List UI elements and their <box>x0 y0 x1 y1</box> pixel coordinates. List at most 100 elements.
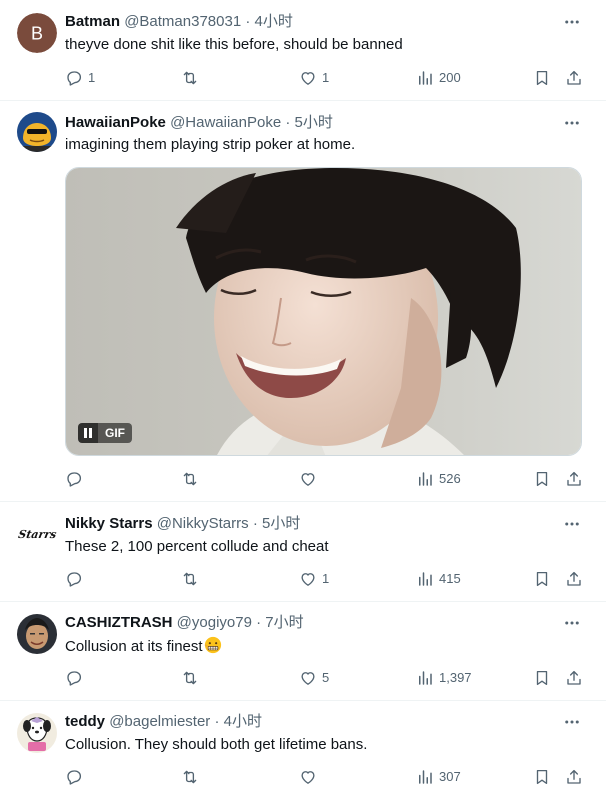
tweet[interactable]: B Batman @Batman378031 · 4小时 theyve done… <box>0 0 606 101</box>
display-name[interactable]: Batman <box>65 13 120 30</box>
share-button[interactable] <box>565 569 583 589</box>
reply-button[interactable]: 1 <box>65 68 95 88</box>
pause-button[interactable] <box>78 423 98 443</box>
handle[interactable]: @NikkyStarrs <box>157 515 249 532</box>
action-bar: 1 1 200 <box>65 68 586 88</box>
separator: · <box>256 614 262 631</box>
tweet-text: Collusion. They should both get lifetime… <box>65 736 368 753</box>
more-button[interactable] <box>562 613 582 633</box>
display-name[interactable]: HawaiianPoke <box>65 114 166 131</box>
views-button[interactable]: 415 <box>416 569 461 589</box>
retweet-icon <box>183 770 197 784</box>
bookmark-button[interactable] <box>533 68 551 88</box>
more-icon <box>565 621 579 625</box>
views-icon <box>419 472 432 486</box>
bookmark-icon <box>536 571 548 587</box>
share-icon <box>567 670 581 685</box>
share-icon <box>567 471 581 486</box>
share-button[interactable] <box>565 668 583 688</box>
action-bar: 307 <box>65 767 586 787</box>
pause-icon <box>84 428 92 438</box>
views-button[interactable]: 1,397 <box>416 668 472 688</box>
bookmark-button[interactable] <box>533 668 551 688</box>
timestamp[interactable]: 4小时 <box>224 713 262 730</box>
reply-button[interactable] <box>65 569 88 589</box>
avatar[interactable]: B <box>17 13 57 53</box>
share-button[interactable] <box>565 68 583 88</box>
more-button[interactable] <box>562 12 582 32</box>
display-name[interactable]: Nikky Starrs <box>65 515 153 532</box>
bookmark-button[interactable] <box>533 469 551 489</box>
more-button[interactable] <box>562 514 582 534</box>
like-count: 5 <box>322 670 330 685</box>
avatar[interactable]: Starrs <box>17 514 57 554</box>
tweet[interactable]: teddy @bagelmiester · 4小时 Collusion. The… <box>0 701 606 798</box>
reply-button[interactable] <box>65 668 88 688</box>
separator: · <box>214 713 220 730</box>
views-button[interactable]: 526 <box>416 469 461 489</box>
retweet-icon <box>183 671 197 685</box>
like-button[interactable]: 1 <box>299 569 329 589</box>
tweet[interactable]: HawaiianPoke @HawaiianPoke · 5小时 imagini… <box>0 101 606 502</box>
gif-badge: GIF <box>98 423 132 443</box>
bookmark-button[interactable] <box>533 767 551 787</box>
like-button[interactable]: 5 <box>299 668 329 688</box>
reply-icon <box>67 572 82 587</box>
avatar[interactable] <box>17 614 57 654</box>
display-name[interactable]: CASHIZTRASH <box>65 614 173 631</box>
avatar-letter: B <box>31 24 43 44</box>
more-icon <box>565 20 579 24</box>
views-icon <box>419 770 432 784</box>
reply-button[interactable] <box>65 767 88 787</box>
tweet[interactable]: CASHIZTRASH @yogiyo79 · 7小时 Collusion at… <box>0 602 606 701</box>
retweet-button[interactable] <box>181 68 204 88</box>
handle[interactable]: @Batman378031 <box>124 13 241 30</box>
retweet-icon <box>183 572 197 586</box>
tweet-text: These 2, 100 percent collude and cheat <box>65 538 329 555</box>
retweet-button[interactable] <box>181 668 204 688</box>
timestamp[interactable]: 4小时 <box>255 13 293 30</box>
like-button[interactable] <box>299 469 322 489</box>
handle[interactable]: @HawaiianPoke <box>170 114 281 131</box>
bookmark-button[interactable] <box>533 569 551 589</box>
retweet-button[interactable] <box>181 569 204 589</box>
avatar[interactable] <box>17 112 57 152</box>
share-button[interactable] <box>565 469 583 489</box>
gif-controls: GIF <box>78 423 132 443</box>
share-button[interactable] <box>565 767 583 787</box>
handle[interactable]: @yogiyo79 <box>177 614 252 631</box>
gif-image <box>66 168 581 455</box>
display-name[interactable]: teddy <box>65 713 105 730</box>
more-button[interactable] <box>562 712 582 732</box>
like-button[interactable] <box>299 767 322 787</box>
tweet-header: HawaiianPoke @HawaiianPoke · 5小时 <box>65 113 566 133</box>
timestamp[interactable]: 7小时 <box>265 614 303 631</box>
share-icon <box>567 769 581 784</box>
retweet-button[interactable] <box>181 469 204 489</box>
views-button[interactable]: 200 <box>416 68 461 88</box>
bookmark-icon <box>536 769 548 785</box>
retweet-button[interactable] <box>181 767 204 787</box>
share-icon <box>567 70 581 85</box>
timestamp[interactable]: 5小时 <box>262 515 300 532</box>
reply-count: 1 <box>88 70 96 85</box>
reply-button[interactable] <box>65 469 88 489</box>
more-button[interactable] <box>562 113 582 133</box>
avatar[interactable] <box>17 713 57 753</box>
tweet[interactable]: Starrs Nikky Starrs @NikkyStarrs · 5小时 T… <box>0 502 606 602</box>
like-button[interactable]: 1 <box>299 68 329 88</box>
handle[interactable]: @bagelmiester <box>109 713 210 730</box>
action-bar: 5 1,397 <box>65 668 586 688</box>
views-count: 1,397 <box>439 670 472 685</box>
views-button[interactable]: 307 <box>416 767 461 787</box>
tweet-header: Nikky Starrs @NikkyStarrs · 5小时 <box>65 514 566 534</box>
reply-icon <box>67 671 82 686</box>
gif-media[interactable]: GIF <box>65 167 582 456</box>
more-icon <box>565 720 579 724</box>
share-icon <box>567 571 581 586</box>
separator: · <box>252 515 258 532</box>
like-count: 1 <box>322 571 330 586</box>
views-icon <box>419 671 432 685</box>
timestamp[interactable]: 5小时 <box>295 114 333 131</box>
tweet-header: teddy @bagelmiester · 4小时 <box>65 712 566 732</box>
